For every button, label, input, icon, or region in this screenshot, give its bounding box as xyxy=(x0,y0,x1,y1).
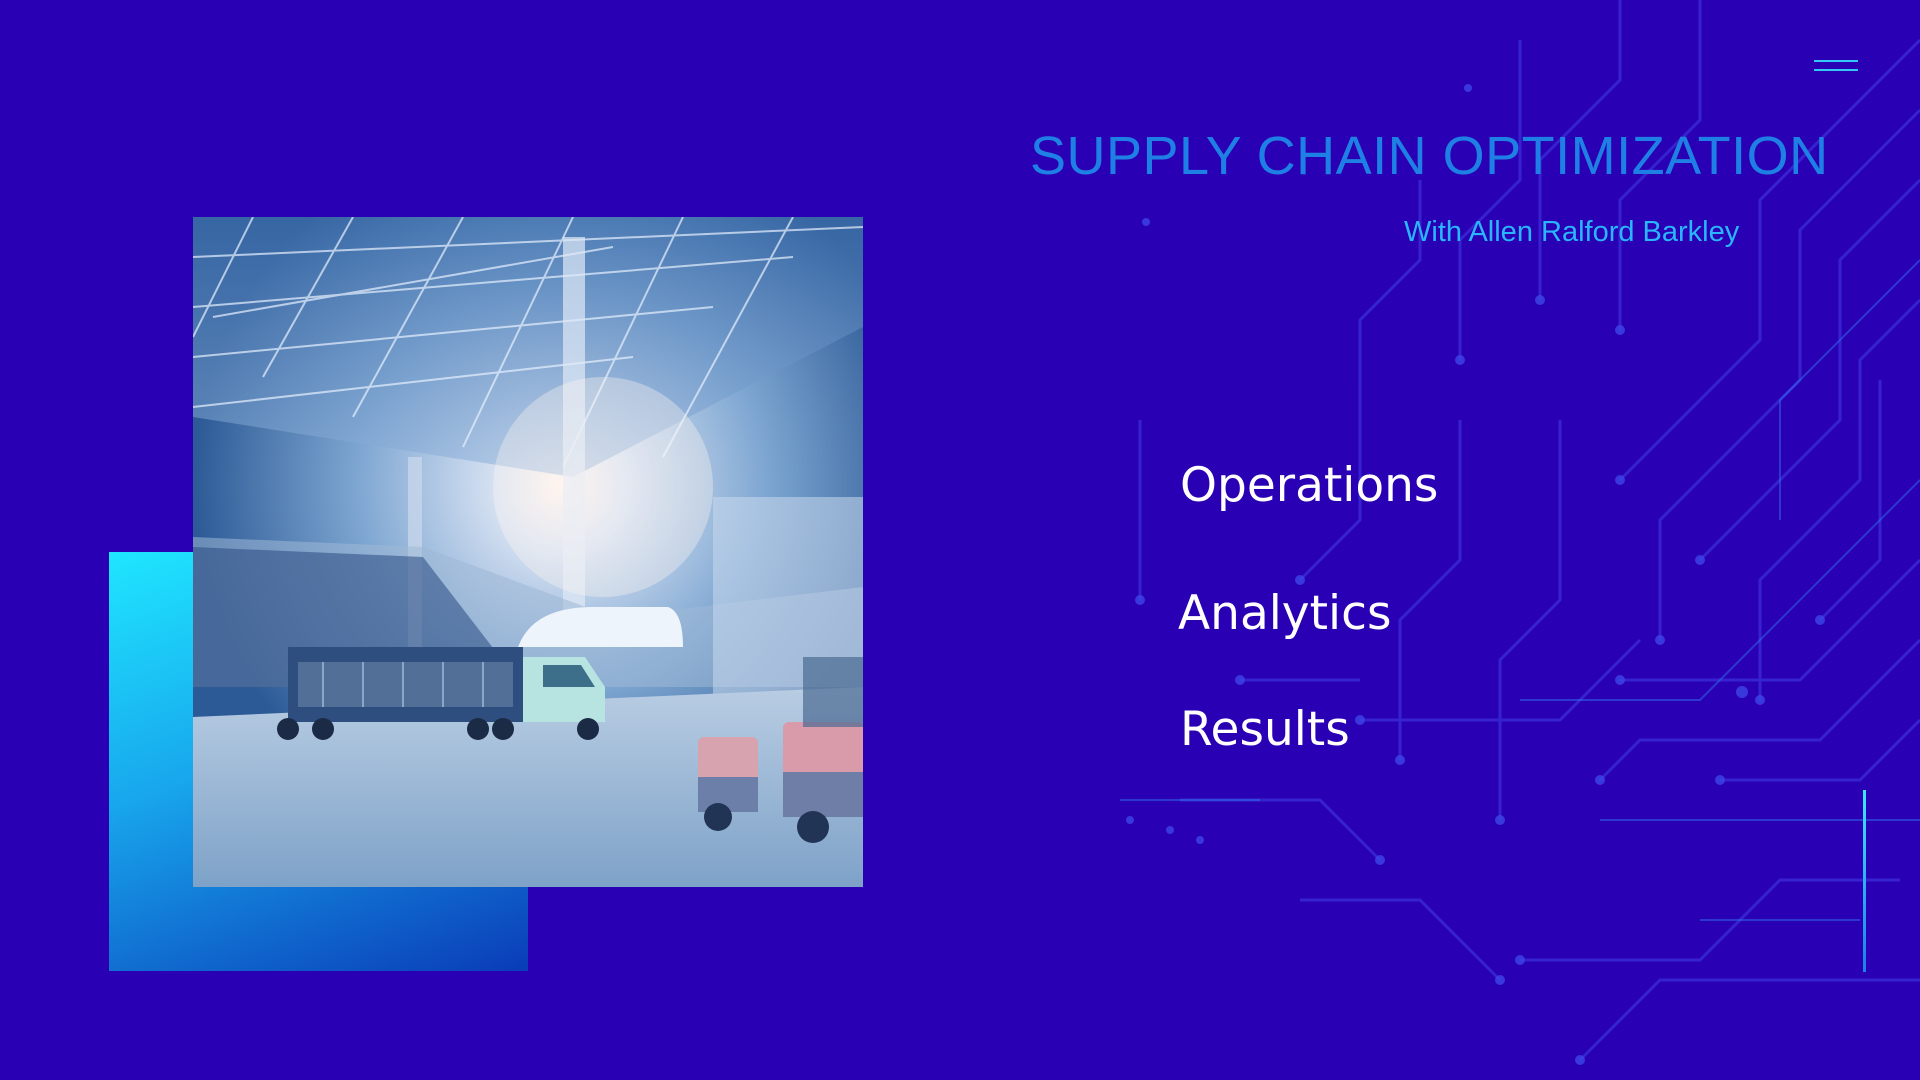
warehouse-photo xyxy=(193,217,863,887)
page-title: SUPPLY CHAIN OPTIMIZATION xyxy=(1030,126,1829,186)
accent-line xyxy=(1863,790,1866,972)
presentation-slide: SUPPLY CHAIN OPTIMIZATION With Allen Ral… xyxy=(0,0,1920,1080)
menu-item-operations[interactable]: Operations xyxy=(1180,458,1438,513)
menu-item-analytics[interactable]: Analytics xyxy=(1178,586,1391,641)
presenter-subtitle: With Allen Ralford Barkley xyxy=(1404,216,1740,248)
menu-item-results[interactable]: Results xyxy=(1180,702,1350,757)
hamburger-menu-icon[interactable] xyxy=(1814,58,1858,76)
